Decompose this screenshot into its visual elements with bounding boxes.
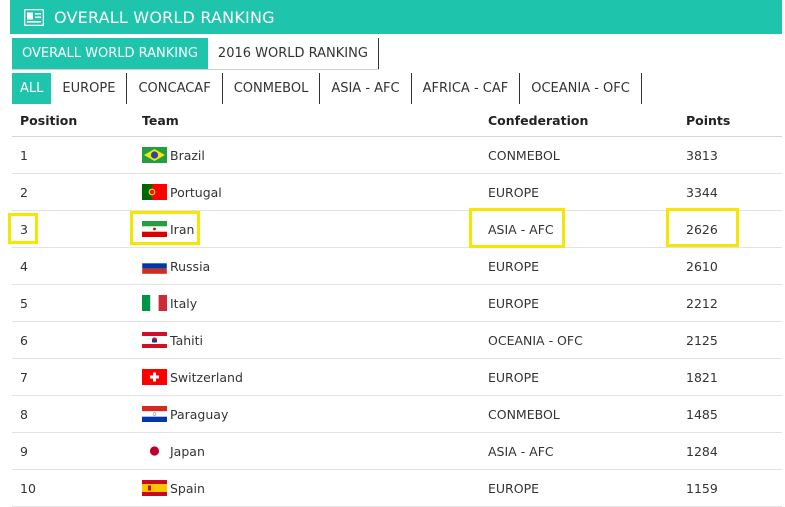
points-cell: 2610 [686,258,718,274]
tab-europe[interactable]: EUROPE [51,73,128,104]
tahiti-flag-icon [142,332,167,348]
table-row[interactable]: 5 Italy EUROPE 2212 [12,285,782,322]
table-row[interactable]: 8 Paraguay CONMEBOL 1485 [12,396,782,433]
team-cell: Paraguay [142,406,228,422]
team-name[interactable]: Tahiti [170,333,203,348]
position-cell: 2 [20,184,28,200]
table-row[interactable]: 9 Japan ASIA - AFC 1284 [12,433,782,470]
confederation-cell: ASIA - AFC [488,443,554,459]
tab-all[interactable]: ALL [12,73,52,104]
column-header-points[interactable]: Points [686,113,730,128]
switzerland-flag-icon [142,369,167,385]
team-name[interactable]: Italy [170,296,197,311]
brazil-flag-icon [142,147,167,163]
team-name[interactable]: Japan [170,444,205,459]
confederation-cell: CONMEBOL [488,406,560,422]
team-cell: Brazil [142,147,205,163]
confederation-cell: EUROPE [488,369,540,385]
position-cell: 3 [20,221,28,237]
points-cell: 1159 [686,480,718,496]
tab-asia-afc[interactable]: ASIA - AFC [320,73,412,104]
table-header: Position Team Confederation Points [12,104,782,137]
column-header-confederation[interactable]: Confederation [488,113,588,128]
tab-conmebol[interactable]: CONMEBOL [223,73,321,104]
position-cell: 7 [20,369,28,385]
table-row[interactable]: 2 Portugal EUROPE 3344 [12,174,782,211]
tab-overall-world-ranking[interactable]: OVERALL WORLD RANKING [12,38,208,69]
position-cell: 9 [20,443,28,459]
ranking-table: Position Team Confederation Points 1 Bra… [12,104,782,507]
table-row[interactable]: 7 Switzerland EUROPE 1821 [12,359,782,396]
column-header-team[interactable]: Team [142,113,179,128]
position-cell: 1 [20,147,28,163]
tab-2016-world-ranking[interactable]: 2016 WORLD RANKING [208,38,379,69]
confederation-cell: EUROPE [488,480,540,496]
tab-africa-caf[interactable]: AFRICA - CAF [412,73,521,104]
points-cell: 1821 [686,369,718,385]
team-name[interactable]: Portugal [170,185,222,200]
points-cell: 2626 [686,221,718,237]
japan-flag-icon [142,443,167,459]
table-row[interactable]: 1 Brazil CONMEBOL 3813 [12,137,782,174]
page-title: OVERALL WORLD RANKING [54,7,275,27]
team-cell: Japan [142,443,205,459]
italy-flag-icon [142,295,167,311]
confederation-cell: CONMEBOL [488,147,560,163]
confederation-cell: ASIA - AFC [488,221,554,237]
team-cell: Iran [142,221,194,237]
position-cell: 4 [20,258,28,274]
region-tabs: ALL EUROPE CONCACAF CONMEBOL ASIA - AFC … [12,73,642,104]
team-name[interactable]: Switzerland [170,370,243,385]
paraguay-flag-icon [142,406,167,422]
ranking-tabs: OVERALL WORLD RANKING 2016 WORLD RANKING [12,38,379,70]
spain-flag-icon [142,480,167,496]
team-name[interactable]: Paraguay [170,407,228,422]
page-header: OVERALL WORLD RANKING [10,0,782,34]
iran-flag-icon [142,221,167,237]
confederation-cell: EUROPE [488,295,540,311]
team-name[interactable]: Brazil [170,148,205,163]
position-cell: 6 [20,332,28,348]
team-cell: Tahiti [142,332,203,348]
points-cell: 2125 [686,332,718,348]
id-card-icon [24,8,44,26]
russia-flag-icon [142,258,167,274]
table-row[interactable]: 10 Spain EUROPE 1159 [12,470,782,507]
team-cell: Russia [142,258,210,274]
tab-oceania-ofc[interactable]: OCEANIA - OFC [520,73,642,104]
points-cell: 2212 [686,295,718,311]
table-row[interactable]: 4 Russia EUROPE 2610 [12,248,782,285]
team-cell: Switzerland [142,369,243,385]
confederation-cell: OCEANIA - OFC [488,332,583,348]
points-cell: 1485 [686,406,718,422]
team-cell: Spain [142,480,205,496]
team-cell: Portugal [142,184,222,200]
team-cell: Italy [142,295,197,311]
position-cell: 5 [20,295,28,311]
table-row[interactable]: 3 Iran ASIA - AFC 2626 [12,211,782,248]
tab-concacaf[interactable]: CONCACAF [127,73,223,104]
points-cell: 1284 [686,443,718,459]
team-name[interactable]: Spain [170,481,205,496]
position-cell: 8 [20,406,28,422]
points-cell: 3344 [686,184,718,200]
team-name[interactable]: Russia [170,259,210,274]
points-cell: 3813 [686,147,718,163]
table-row[interactable]: 6 Tahiti OCEANIA - OFC 2125 [12,322,782,359]
confederation-cell: EUROPE [488,184,540,200]
confederation-cell: EUROPE [488,258,540,274]
position-cell: 10 [20,480,36,496]
portugal-flag-icon [142,184,167,200]
team-name[interactable]: Iran [170,222,194,237]
column-header-position[interactable]: Position [20,113,77,128]
